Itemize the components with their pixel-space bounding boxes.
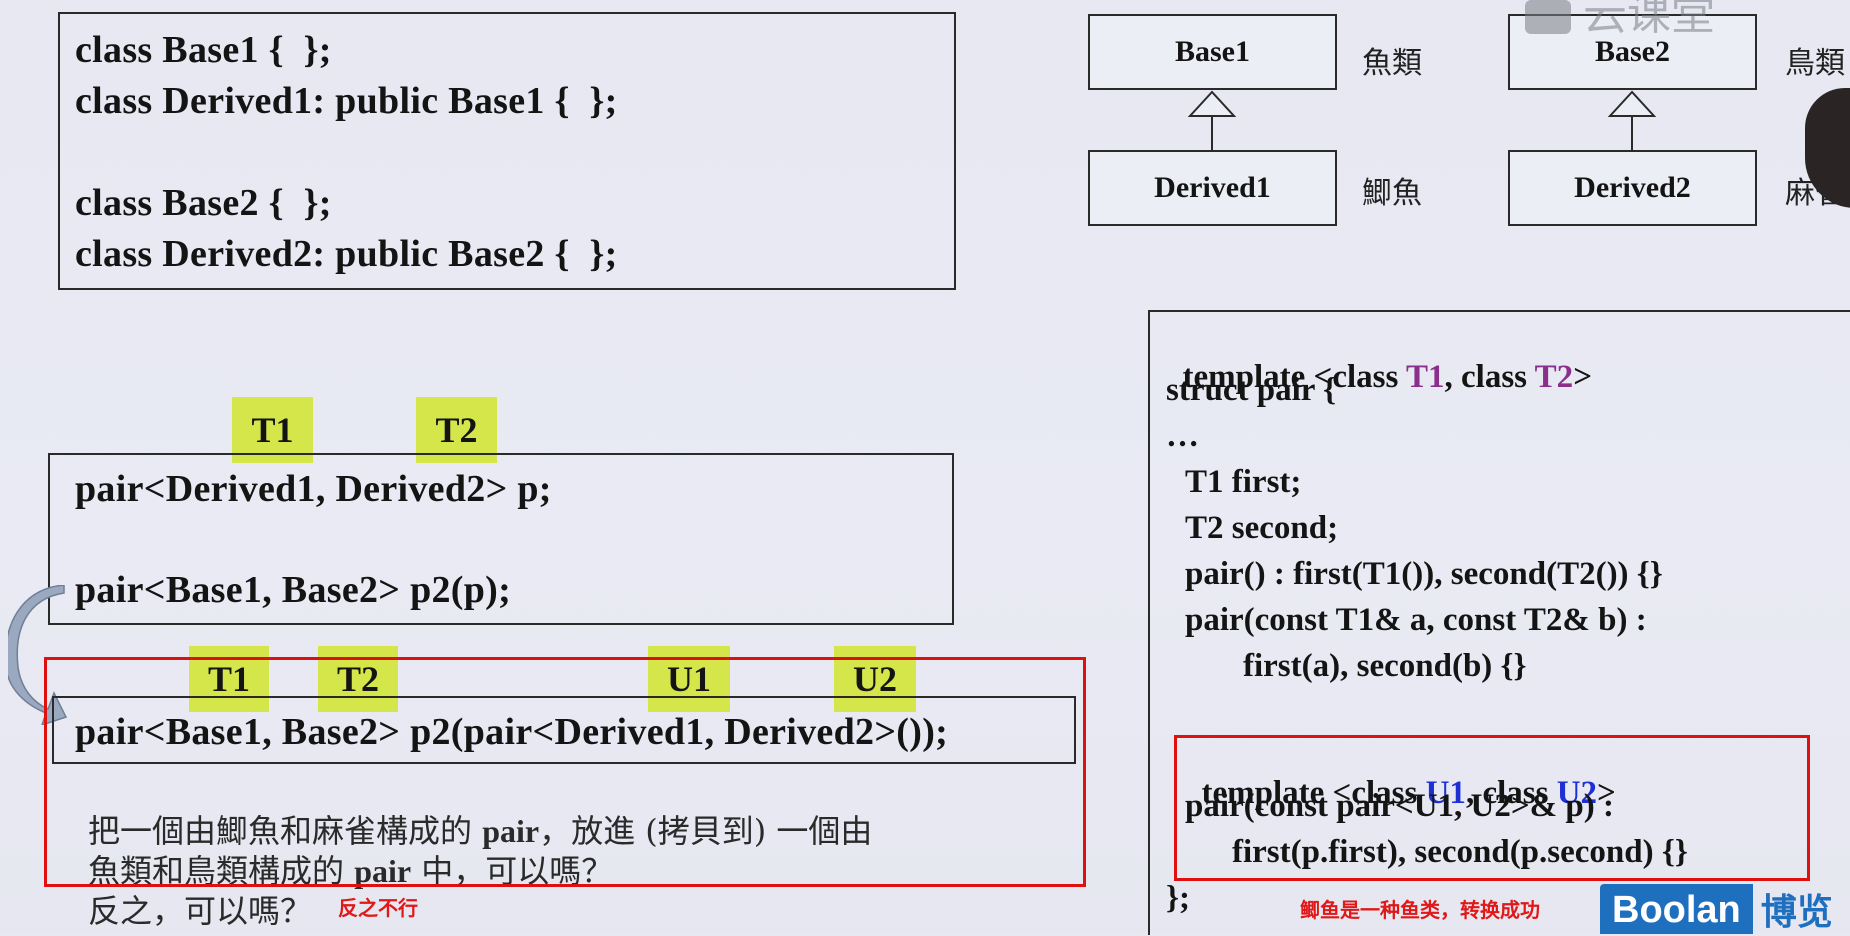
annotation-redbox-right (1174, 735, 1810, 881)
right-code-second-member: T2 second; (1185, 510, 1339, 546)
label-bird-class: 鳥類 (1785, 46, 1845, 81)
inheritance-arrow-2 (1607, 90, 1657, 150)
watermark-text: 云课堂 (1583, 0, 1715, 40)
param-t1: T1 (1406, 359, 1445, 395)
inheritance-arrow-1 (1187, 90, 1237, 150)
right-code-value-ctor-init: first(a), second(b) {} (1243, 648, 1527, 684)
right-code-closing: }; (1166, 880, 1190, 916)
note-conversion-success: 鲫鱼是一种鱼类，转换成功 (1300, 898, 1540, 922)
watermark-icon (1525, 0, 1571, 34)
right-code-template-t-b: , class (1444, 359, 1535, 395)
label-fish-class: 魚類 (1362, 46, 1422, 81)
boolan-logo-text: Boolan (1600, 884, 1753, 934)
note-reverse-not-allowed: 反之不行 (338, 896, 418, 920)
right-code-ellipsis: … (1166, 418, 1199, 454)
right-code-value-ctor: pair(const T1& a, const T2& b) : (1185, 602, 1647, 638)
right-code-first-member: T1 first; (1185, 464, 1302, 500)
code-pair-base-copy: pair<Base1, Base2> p2(p); (75, 569, 512, 611)
annotation-redbox-left (44, 657, 1086, 887)
boolan-logo: Boolan 博览 (1600, 884, 1850, 934)
question-line-3: 反之，可以嗎？ (88, 892, 313, 930)
boolan-logo-suffix: 博览 (1760, 892, 1833, 933)
watermark-cloud-class: 云课堂 (1525, 0, 1715, 42)
code-pair-derived: pair<Derived1, Derived2> p; (75, 468, 552, 510)
label-crucian-carp: 鯽魚 (1362, 176, 1422, 211)
param-t2: T2 (1534, 359, 1574, 395)
right-code-default-ctor: pair() : first(T1()), second(T2()) {} (1185, 556, 1663, 592)
right-code-template-t-c: > (1573, 359, 1592, 395)
right-code-struct-pair: struct pair { (1166, 372, 1337, 408)
